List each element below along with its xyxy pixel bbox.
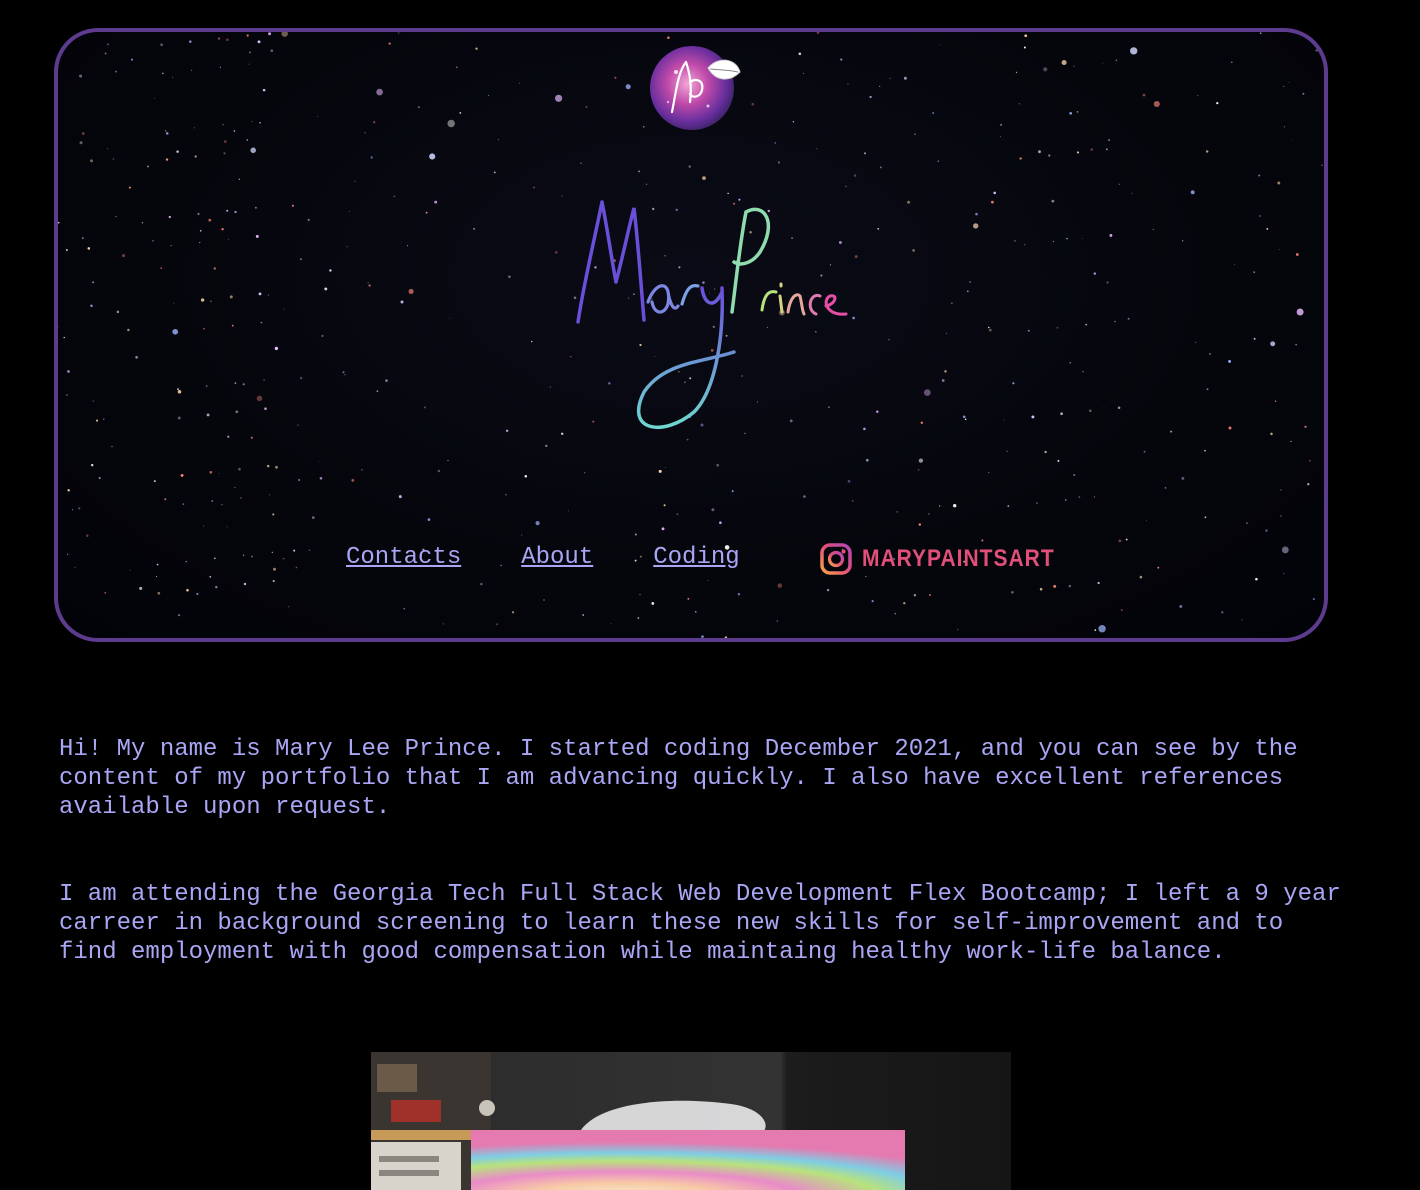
instagram-handle: MARYPAINTSART: [862, 545, 1055, 572]
main-nav: Contacts About Coding: [346, 537, 800, 577]
about-paragraph-intro: Hi! My name is Mary Lee Prince. I starte…: [59, 736, 1298, 821]
about-paragraph-bootcamp: I am attending the Georgia Tech Full Sta…: [59, 881, 1341, 966]
nav-link-contacts[interactable]: Contacts: [346, 544, 461, 571]
instagram-link[interactable]: MARYPAINTSART: [820, 542, 1055, 576]
instagram-icon: [820, 543, 852, 575]
mary-prince-signature-logo: [576, 200, 848, 430]
mp-logo-badge: [650, 46, 741, 130]
nav-link-coding[interactable]: Coding: [653, 544, 739, 571]
painting-photo: [371, 1052, 1011, 1190]
nav-link-about[interactable]: About: [521, 544, 593, 571]
hero-banner: Contacts About Coding MARYPAINTSART: [54, 28, 1328, 642]
